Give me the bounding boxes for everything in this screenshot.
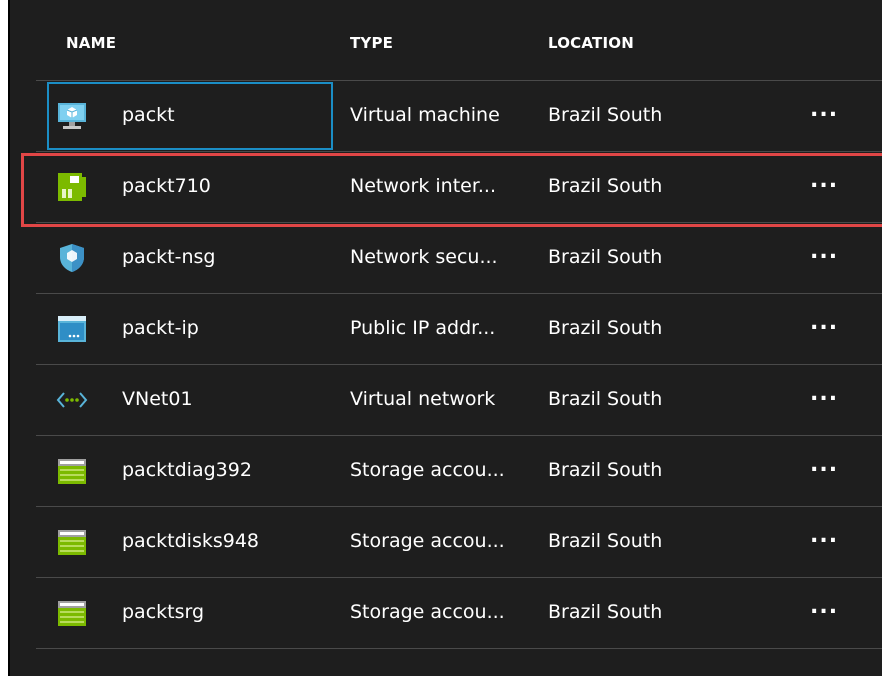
resource-location: Brazil South — [548, 104, 663, 126]
resource-name[interactable]: packtsrg — [122, 601, 204, 623]
resource-location: Brazil South — [548, 317, 663, 339]
resource-type: Virtual network — [350, 388, 496, 410]
resource-type: Storage accou... — [350, 601, 505, 623]
resource-type: Storage accou... — [350, 459, 505, 481]
resource-location: Brazil South — [548, 246, 663, 268]
resource-name[interactable]: packt-nsg — [122, 246, 215, 268]
resource-list-panel: NAME TYPE LOCATION packt Virtual machine… — [8, 0, 882, 676]
resource-name[interactable]: packt710 — [122, 175, 211, 197]
virtual-network-icon — [56, 385, 88, 415]
more-options-button[interactable]: ... — [810, 239, 838, 264]
column-header-name[interactable]: NAME — [66, 34, 116, 52]
resource-location: Brazil South — [548, 601, 663, 623]
storage-account-icon — [56, 598, 88, 628]
more-options-button[interactable]: ... — [810, 452, 838, 477]
more-options-button[interactable]: ... — [810, 381, 838, 406]
more-options-button[interactable]: ... — [810, 594, 838, 619]
resource-location: Brazil South — [548, 459, 663, 481]
network-security-group-icon — [56, 243, 88, 273]
storage-account-icon — [56, 527, 88, 557]
resource-type: Network inter... — [350, 175, 497, 197]
more-options-button[interactable]: ... — [810, 168, 838, 193]
resource-location: Brazil South — [548, 175, 663, 197]
network-interface-icon — [56, 172, 88, 202]
more-options-button[interactable]: ... — [810, 523, 838, 548]
resource-name[interactable]: packt — [122, 104, 175, 126]
table-row[interactable]: VNet01 Virtual network Brazil South ... — [36, 365, 882, 436]
storage-account-icon — [56, 456, 88, 486]
virtual-machine-icon — [56, 101, 88, 131]
table-row[interactable]: packtsrg Storage accou... Brazil South .… — [36, 578, 882, 649]
more-options-button[interactable]: ... — [810, 97, 838, 122]
column-header-location[interactable]: LOCATION — [548, 34, 634, 52]
table-row[interactable]: packt Virtual machine Brazil South ... — [36, 81, 882, 152]
resource-type: Virtual machine — [350, 104, 500, 126]
resource-location: Brazil South — [548, 388, 663, 410]
table-row[interactable]: packtdiag392 Storage accou... Brazil Sou… — [36, 436, 882, 507]
resource-name[interactable]: packt-ip — [122, 317, 199, 339]
resource-type: Network secu... — [350, 246, 498, 268]
table-row[interactable]: packt-ip Public IP addr... Brazil South … — [36, 294, 882, 365]
more-options-button[interactable]: ... — [810, 310, 838, 335]
table-header: NAME TYPE LOCATION — [36, 0, 882, 81]
resource-type: Storage accou... — [350, 530, 505, 552]
resource-table: NAME TYPE LOCATION packt Virtual machine… — [36, 0, 882, 649]
table-row[interactable]: packt710 Network inter... Brazil South .… — [36, 152, 882, 223]
resource-location: Brazil South — [548, 530, 663, 552]
resource-name[interactable]: VNet01 — [122, 388, 193, 410]
column-header-type[interactable]: TYPE — [350, 34, 393, 52]
resource-name[interactable]: packtdiag392 — [122, 459, 252, 481]
public-ip-icon — [56, 314, 88, 344]
resource-name[interactable]: packtdisks948 — [122, 530, 259, 552]
selection-outline — [47, 82, 333, 150]
table-row[interactable]: packtdisks948 Storage accou... Brazil So… — [36, 507, 882, 578]
table-row[interactable]: packt-nsg Network secu... Brazil South .… — [36, 223, 882, 294]
resource-type: Public IP addr... — [350, 317, 496, 339]
